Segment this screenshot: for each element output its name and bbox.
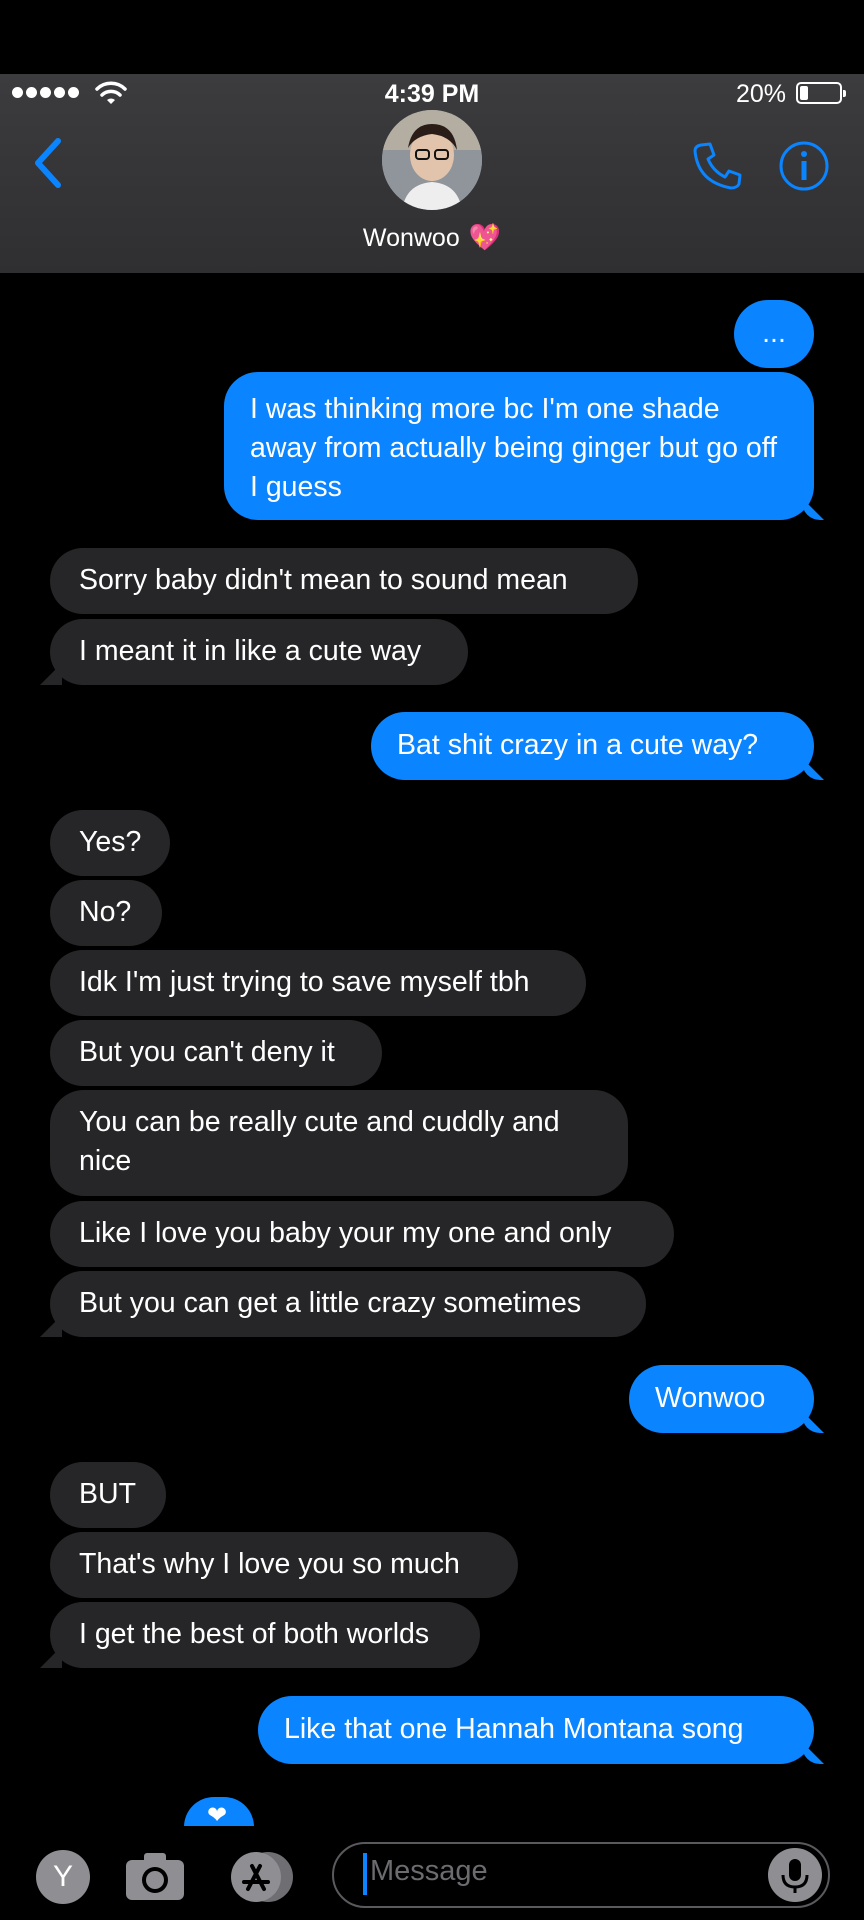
heart-icon: ❤ bbox=[207, 1802, 228, 1828]
battery-icon bbox=[796, 82, 846, 104]
message-bubble-incoming[interactable]: No? bbox=[50, 880, 162, 946]
top-safe-area bbox=[0, 0, 864, 74]
battery-percent: 20% bbox=[736, 80, 787, 108]
app-store-icon[interactable] bbox=[226, 1850, 296, 1904]
app-y-button[interactable]: Y bbox=[36, 1850, 90, 1904]
chevron-left-icon[interactable] bbox=[28, 135, 68, 191]
message-bubble-incoming[interactable]: Sorry baby didn't mean to sound mean bbox=[50, 548, 638, 614]
contact-name[interactable]: Wonwoo 💖 bbox=[0, 222, 864, 253]
phone-icon[interactable] bbox=[692, 140, 742, 192]
message-bubble-outgoing[interactable]: I was thinking more bc I'm one shade awa… bbox=[224, 372, 814, 520]
message-bubble-outgoing[interactable]: Like that one Hannah Montana song bbox=[258, 1696, 814, 1764]
text-caret bbox=[363, 1853, 367, 1895]
message-bubble-incoming[interactable]: Idk I'm just trying to save myself tbh bbox=[50, 950, 586, 1016]
status-time: 4:39 PM bbox=[384, 80, 480, 108]
message-bubble-incoming[interactable]: You can be really cute and cuddly and ni… bbox=[50, 1090, 628, 1196]
message-bubble-incoming[interactable]: BUT bbox=[50, 1462, 166, 1528]
message-bubble-incoming[interactable]: Like I love you baby your my one and onl… bbox=[50, 1201, 674, 1267]
info-icon[interactable] bbox=[778, 140, 830, 192]
camera-icon[interactable] bbox=[124, 1850, 186, 1902]
partial-message-bubble[interactable]: ❤ bbox=[184, 1797, 254, 1827]
message-bubble-outgoing[interactable]: Bat shit crazy in a cute way? bbox=[371, 712, 814, 780]
message-bubble-outgoing[interactable]: ... bbox=[734, 300, 814, 368]
message-bubble-incoming[interactable]: I meant it in like a cute way bbox=[50, 619, 468, 685]
message-bubble-incoming[interactable]: But you can't deny it bbox=[50, 1020, 382, 1086]
microphone-icon[interactable] bbox=[768, 1848, 822, 1902]
sparkling-heart-icon: 💖 bbox=[468, 222, 502, 252]
message-bubble-incoming[interactable]: But you can get a little crazy sometimes bbox=[50, 1271, 646, 1337]
avatar-photo bbox=[382, 110, 482, 210]
microphone-glyph bbox=[781, 1859, 809, 1893]
battery-level-fill bbox=[800, 86, 809, 100]
message-bubble-incoming[interactable]: That's why I love you so much bbox=[50, 1532, 518, 1598]
message-bubble-incoming[interactable]: I get the best of both worlds bbox=[50, 1602, 480, 1668]
contact-avatar[interactable] bbox=[382, 110, 482, 210]
message-bubble-incoming[interactable]: Yes? bbox=[50, 810, 170, 876]
message-bubble-outgoing[interactable]: Wonwoo bbox=[629, 1365, 814, 1433]
contact-name-text: Wonwoo bbox=[362, 224, 460, 252]
message-input-placeholder: Message bbox=[370, 1855, 488, 1887]
